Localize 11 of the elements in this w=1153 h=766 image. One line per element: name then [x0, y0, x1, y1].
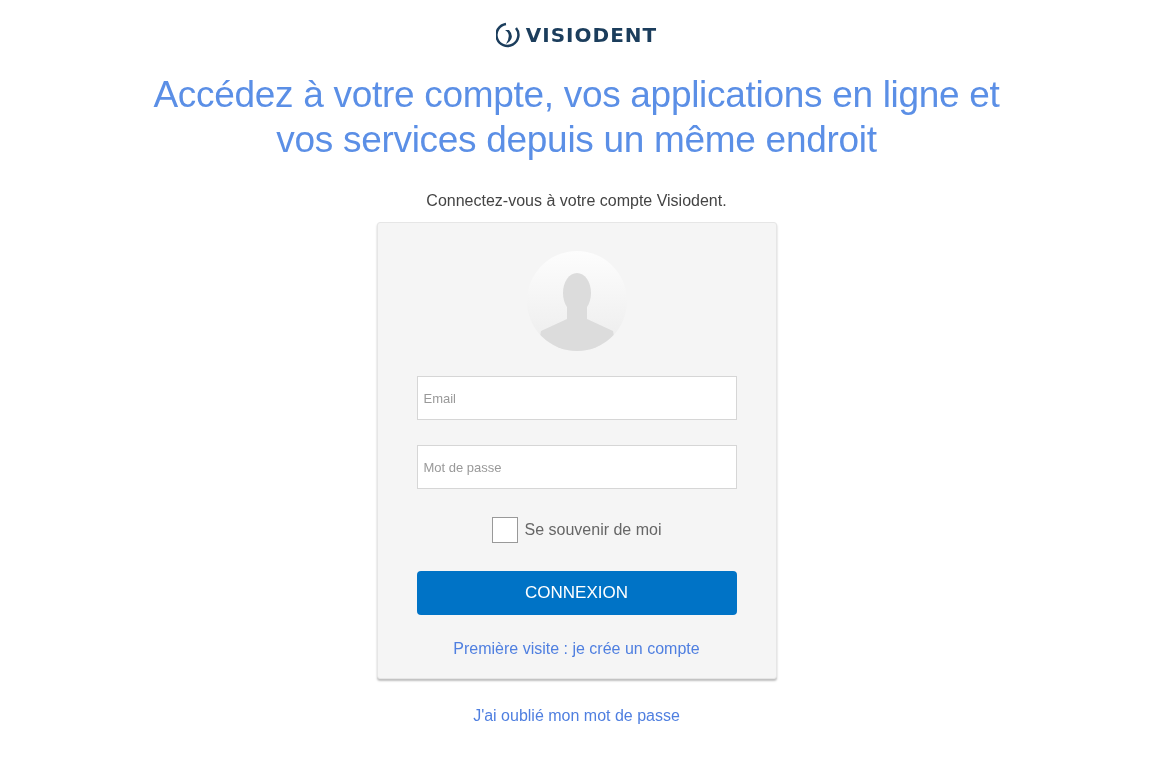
- subtitle: Connectez-vous à votre compte Visiodent.: [426, 192, 727, 210]
- email-field[interactable]: Email: [416, 376, 737, 420]
- forgot-password-link[interactable]: J'ai oublié mon mot de passe: [473, 707, 680, 724]
- logo-icon: [495, 22, 520, 48]
- remember-checkbox[interactable]: [491, 517, 518, 543]
- login-button[interactable]: CONNEXION: [416, 571, 737, 615]
- logo-text: VISIODENT: [525, 23, 658, 47]
- remember-label: Se souvenir de moi: [524, 521, 662, 539]
- page-heading: Accédez à votre compte, vos applications en ligne et vos services depuis un même endroit: [153, 73, 1000, 162]
- signup-link[interactable]: Première visite : je crée un compte: [453, 640, 700, 657]
- password-field[interactable]: Mot de passe: [416, 445, 737, 489]
